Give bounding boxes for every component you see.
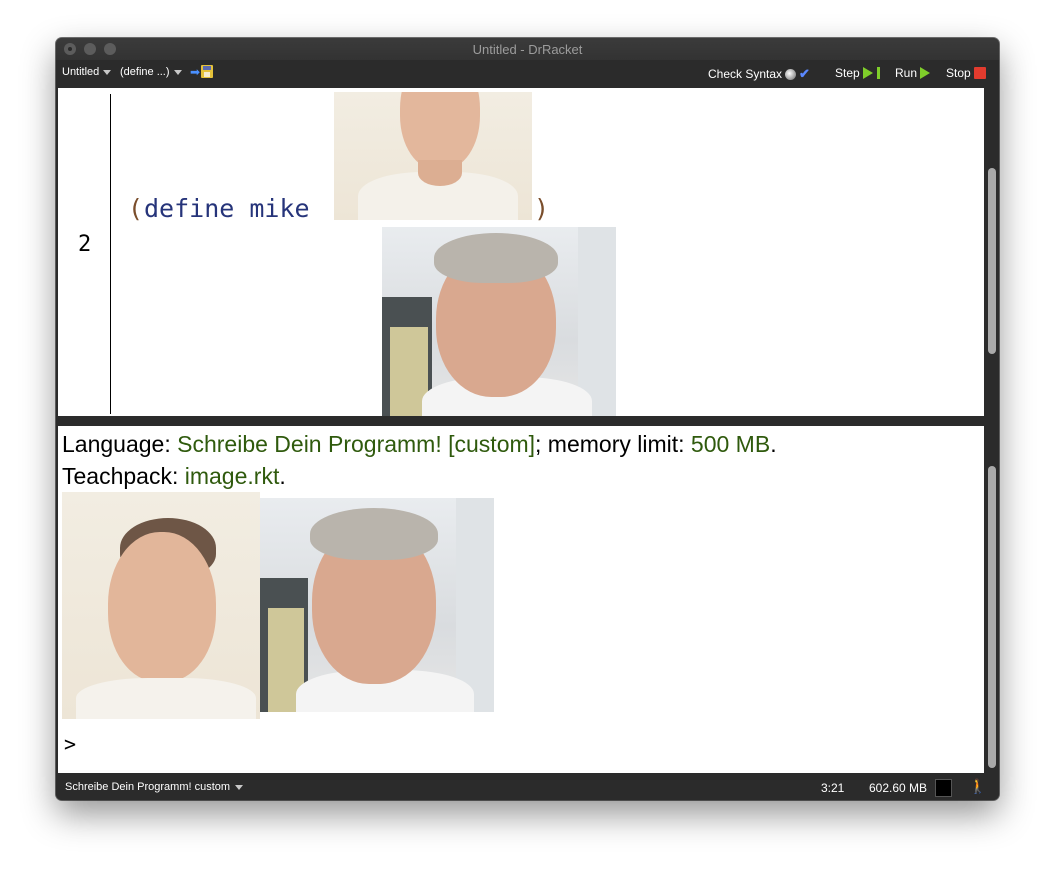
window-title: Untitled - DrRacket <box>472 42 583 57</box>
hair-shape <box>434 233 558 283</box>
language-label: Language: <box>62 431 178 457</box>
define-keyword: define mike <box>144 194 310 223</box>
memory-indicator[interactable]: 602.60 MB <box>869 779 953 797</box>
stop-button[interactable]: Stop <box>946 66 986 80</box>
running-person-icon: 🚶 <box>969 778 986 795</box>
line-number: 2 <box>78 232 92 257</box>
definitions-scrollbar[interactable] <box>986 88 999 416</box>
file-name-label: Untitled <box>62 66 100 78</box>
step-button[interactable]: Step <box>835 66 880 80</box>
chevron-down-icon <box>103 69 112 75</box>
magnifier-icon <box>785 68 797 80</box>
language-value[interactable]: Schreibe Dein Programm! [custom] <box>177 431 535 457</box>
pane-divider[interactable] <box>56 418 999 425</box>
neck-shape <box>418 160 462 186</box>
definitions-editor[interactable]: 2 ( define mike ) <box>58 88 984 416</box>
define-menu[interactable]: (define ...) <box>120 66 182 78</box>
language-menu[interactable]: Schreibe Dein Programm! custom <box>65 781 244 793</box>
memory-label: ; memory limit: <box>535 431 691 457</box>
chevron-down-icon <box>173 69 182 75</box>
title-bar: Untitled - DrRacket <box>56 38 999 60</box>
arrow-right-icon: ➡ <box>190 64 201 79</box>
hair-shape <box>310 508 438 560</box>
walking-figure-icon: 🚶 <box>969 778 987 794</box>
memory-value: 500 MB <box>690 431 771 457</box>
interactions-scroll-thumb[interactable] <box>988 466 996 768</box>
stop-label: Stop <box>946 66 971 80</box>
status-bar: Schreibe Dein Programm! custom 3:21 602.… <box>56 774 999 800</box>
stop-icon <box>973 67 986 79</box>
open-paren: ( <box>128 194 144 223</box>
teachpack-period: . <box>279 463 286 489</box>
shirt-shape <box>76 678 256 719</box>
memory-period: . <box>770 431 777 457</box>
line-number-gutter <box>110 94 111 414</box>
step-label: Step <box>835 66 860 80</box>
teachpack-value[interactable]: image.rkt <box>185 463 280 489</box>
output-image-older-man[interactable] <box>260 498 494 712</box>
teachpack-line: Teachpack: image.rkt. <box>62 460 777 492</box>
step-bar-icon <box>876 67 880 79</box>
play-icon <box>920 67 931 79</box>
interactions-pane[interactable]: Language: Schreibe Dein Programm! [custo… <box>58 426 984 773</box>
define-menu-label: (define ...) <box>120 66 170 78</box>
portrait-image-young-man[interactable] <box>334 92 532 220</box>
face-shape <box>108 532 216 682</box>
checkmark-icon: ✔ <box>799 66 810 81</box>
run-button[interactable]: Run <box>895 66 931 80</box>
teachpack-label: Teachpack: <box>62 463 185 489</box>
interactions-scrollbar[interactable] <box>986 426 999 773</box>
repl-prompt[interactable]: > <box>64 732 76 756</box>
face-shape <box>400 92 480 170</box>
portrait-image-older-man[interactable] <box>382 227 616 416</box>
step-icon <box>862 67 873 79</box>
memory-usage: 602.60 MB <box>869 781 928 795</box>
cursor-position: 3:21 <box>821 781 845 795</box>
window-shape <box>578 227 616 416</box>
toolbar: Untitled (define ...) ➡ Check Syntax ✔ S… <box>56 60 999 86</box>
gc-indicator <box>935 779 953 797</box>
language-menu-label: Schreibe Dein Programm! custom <box>65 781 231 793</box>
save-button[interactable]: ➡ <box>190 64 214 79</box>
run-label: Run <box>895 66 918 80</box>
output-image-young-man[interactable] <box>62 492 260 719</box>
definitions-scroll-thumb[interactable] <box>988 168 996 354</box>
floppy-disk-icon <box>201 65 214 78</box>
chevron-down-icon <box>235 784 244 790</box>
close-paren: ) <box>534 194 550 223</box>
file-name-menu[interactable]: Untitled <box>62 66 112 78</box>
drracket-window: Untitled - DrRacket Untitled (define ...… <box>56 38 999 800</box>
check-syntax-label: Check Syntax <box>708 67 783 81</box>
check-syntax-button[interactable]: Check Syntax ✔ <box>708 66 810 82</box>
language-line: Language: Schreibe Dein Programm! [custo… <box>62 428 777 460</box>
interaction-text: Language: Schreibe Dein Programm! [custo… <box>62 428 777 492</box>
